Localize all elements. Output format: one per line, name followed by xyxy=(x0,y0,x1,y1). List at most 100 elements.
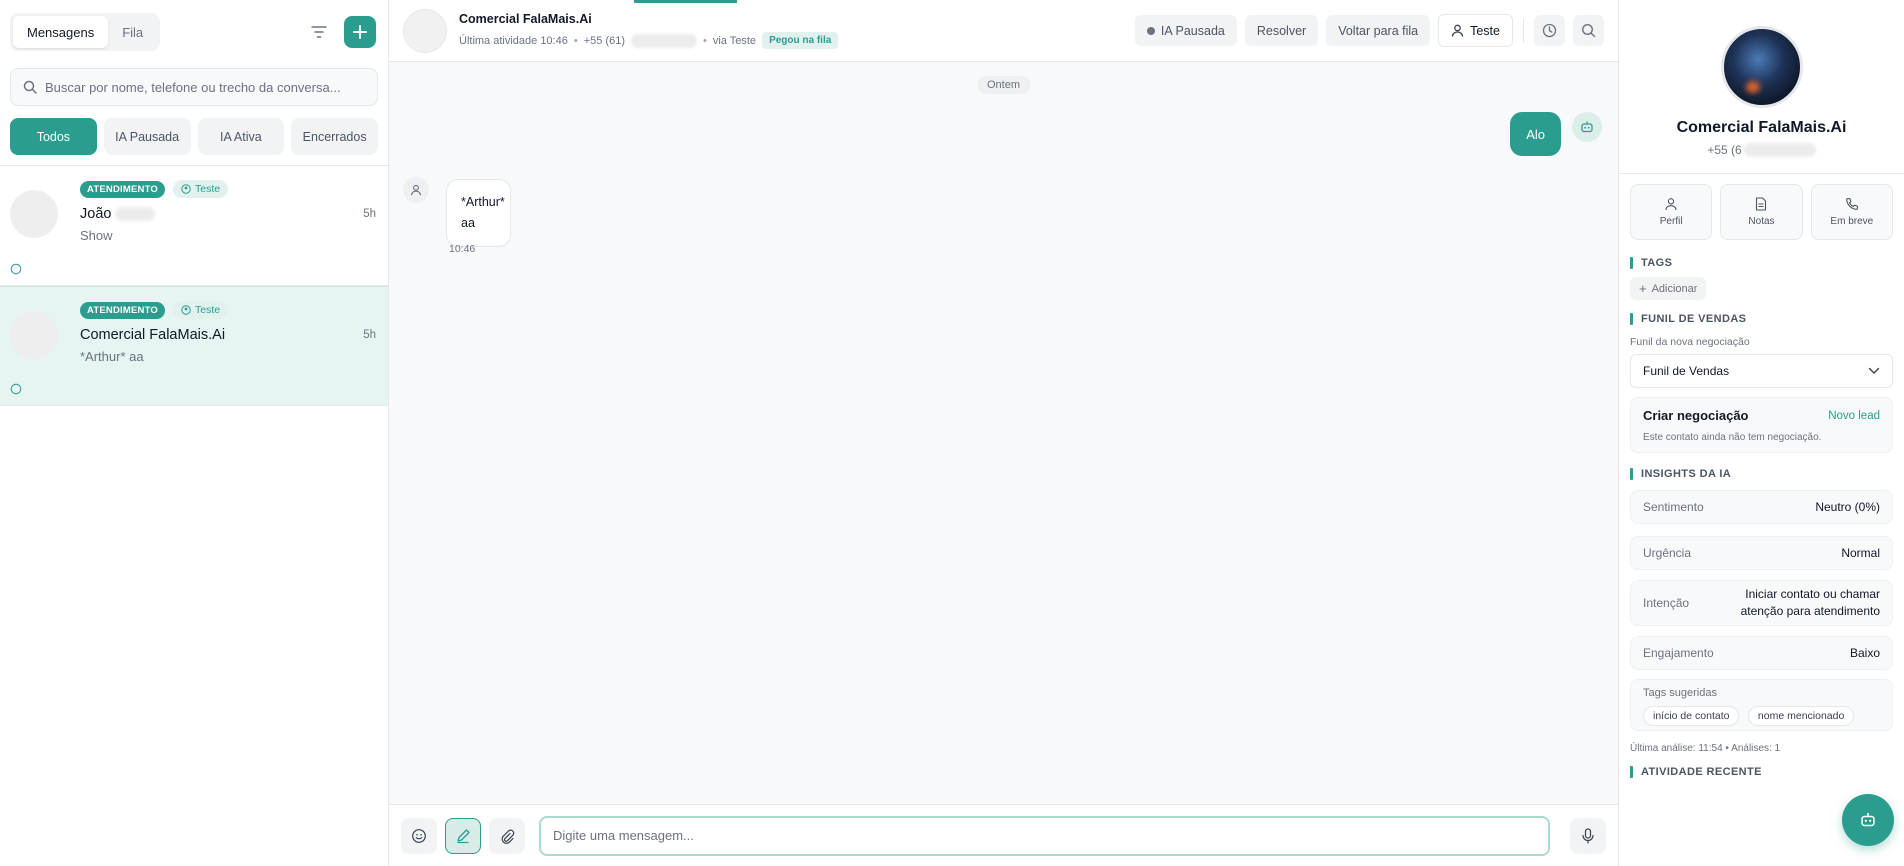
create-deal-title: Criar negociação xyxy=(1643,408,1749,423)
conversation-time: 5h xyxy=(363,208,376,220)
history-button[interactable] xyxy=(1534,15,1565,46)
agent-badge: Teste xyxy=(173,301,229,319)
status-badge: ATENDIMENTO xyxy=(80,301,165,319)
avatar xyxy=(403,8,447,53)
search-messages-button[interactable] xyxy=(1573,15,1604,46)
insights-section-title: INSIGHTS DA IA xyxy=(1630,468,1893,480)
last-analysis: Última análise: 11:54 • Análises: 1 xyxy=(1630,743,1781,754)
record-audio-button[interactable] xyxy=(1570,817,1606,854)
message-preview: *Arthur* aa xyxy=(80,349,144,364)
suggested-tag-chip[interactable]: nome mencionado xyxy=(1747,706,1855,726)
clock-icon xyxy=(1542,23,1557,38)
channel-label: via Teste xyxy=(712,34,757,47)
user-circle-icon xyxy=(181,184,191,194)
search-input[interactable] xyxy=(45,79,365,95)
new-conversation-button[interactable] xyxy=(344,16,376,48)
agent-badge: Teste xyxy=(173,180,229,198)
user-icon xyxy=(403,177,429,203)
microphone-icon xyxy=(1582,827,1594,844)
funnel-select[interactable]: Funil de Vendas xyxy=(1630,354,1893,388)
search-icon xyxy=(1581,23,1596,38)
insight-value: Neutro (0%) xyxy=(1815,500,1880,514)
insight-key: Sentimento xyxy=(1643,500,1704,514)
back-to-queue-button[interactable]: Voltar para fila xyxy=(1326,15,1431,46)
incoming-message-line: aa xyxy=(461,216,475,230)
filter-ai-paused[interactable]: IA Pausada xyxy=(103,118,191,155)
pen-icon xyxy=(457,828,470,843)
contact-phone: +55 (61) xyxy=(583,34,625,47)
agent-name: Teste xyxy=(1470,23,1500,38)
redacted-text xyxy=(630,33,697,48)
suggested-tags-title: Tags sugeridas xyxy=(1643,687,1717,699)
contact-avatar xyxy=(1720,26,1803,108)
chat-header: Comercial FalaMais.Ai Última atividade 1… xyxy=(389,0,1618,62)
filter-ai-active[interactable]: IA Ativa xyxy=(197,118,285,155)
funnel-section-title: FUNIL DE VENDAS xyxy=(1630,313,1893,325)
status-filters: Todos IA Pausada IA Ativa Encerrados xyxy=(0,106,388,166)
message-preview: Show xyxy=(80,228,113,243)
ai-assistant-button[interactable] xyxy=(1842,794,1894,846)
tab-queue[interactable]: Fila xyxy=(108,16,157,48)
emoji-button[interactable] xyxy=(401,817,437,854)
message-input[interactable] xyxy=(539,815,1550,856)
redacted-text xyxy=(115,207,156,221)
incoming-message-line: *Arthur* xyxy=(461,195,505,209)
signature-toggle-button[interactable] xyxy=(445,817,481,854)
filter-all[interactable]: Todos xyxy=(10,118,97,155)
day-separator: Ontem xyxy=(976,76,1031,94)
search-icon xyxy=(23,80,37,94)
message-composer xyxy=(389,804,1618,866)
suggested-tags-card: Tags sugeridas início de contato nome me… xyxy=(1630,679,1893,731)
contact-phone: +55 (6 xyxy=(1707,143,1742,157)
filter-icon[interactable] xyxy=(306,19,332,45)
funnel-sublabel: Funil da nova negociação xyxy=(1630,336,1750,348)
message-list: Ontem Alo *Arthur* aa 10:46 xyxy=(389,62,1618,804)
tab-notes[interactable]: Notas xyxy=(1720,184,1803,240)
search-box xyxy=(10,68,378,106)
insight-row: Engajamento Baixo xyxy=(1630,636,1893,670)
user-icon xyxy=(1451,24,1464,37)
tab-call-label: Em breve xyxy=(1830,216,1874,227)
filter-closed[interactable]: Encerrados xyxy=(291,118,378,155)
tab-notes-label: Notas xyxy=(1748,216,1775,227)
tab-call[interactable]: Em breve xyxy=(1810,184,1893,240)
attach-button[interactable] xyxy=(489,817,525,854)
plus-icon xyxy=(353,25,367,39)
redacted-text xyxy=(1743,143,1816,157)
insight-value: Iniciar contato ou chamar atenção para a… xyxy=(1740,587,1880,618)
conversation-item[interactable]: ATENDIMENTO Teste Comercial FalaMais.Ai … xyxy=(0,286,388,406)
status-dot-icon xyxy=(1146,26,1155,35)
insight-row: Sentimento Neutro (0%) xyxy=(1630,490,1893,524)
contact-tabs: Perfil Notas Em breve xyxy=(1630,184,1893,240)
incoming-message: *Arthur* aa xyxy=(446,179,511,247)
agent-badge-label: Teste xyxy=(195,183,221,195)
chevron-down-icon xyxy=(1868,367,1880,374)
contact-details-pane: Comercial FalaMais.Ai +55 (6 Perfil Nota… xyxy=(1618,0,1904,866)
add-tag-label: Adicionar xyxy=(1651,282,1698,295)
paperclip-icon xyxy=(501,829,515,844)
emoji-icon xyxy=(412,828,426,843)
add-tag-button[interactable]: + Adicionar xyxy=(1630,277,1707,300)
left-toolbar: Mensagens Fila xyxy=(0,0,388,64)
new-lead-link[interactable]: Novo lead xyxy=(1828,410,1880,422)
create-deal-text: Este contato ainda não tem negociação. xyxy=(1643,432,1822,443)
avatar xyxy=(10,311,58,359)
insight-row: Urgência Normal xyxy=(1630,536,1893,570)
tab-profile-label: Perfil xyxy=(1659,216,1683,227)
assign-agent-button[interactable]: Teste xyxy=(1438,14,1513,47)
suggested-tag-chip[interactable]: início de contato xyxy=(1643,706,1740,726)
tab-messages[interactable]: Mensagens xyxy=(13,16,109,48)
funnel-select-value: Funil de Vendas xyxy=(1643,364,1730,378)
insight-key: Engajamento xyxy=(1643,646,1714,660)
avatar xyxy=(10,190,58,238)
ai-paused-label: IA Pausada xyxy=(1160,23,1225,38)
insight-key: Intenção xyxy=(1643,596,1690,610)
resolve-button[interactable]: Resolver xyxy=(1244,15,1319,46)
conversation-list-pane: Mensagens Fila Todos IA Pausada IA Ativa… xyxy=(0,0,389,866)
ai-paused-button[interactable]: IA Pausada xyxy=(1134,15,1237,46)
queue-badge: Pegou na fila xyxy=(762,32,839,49)
tab-profile[interactable]: Perfil xyxy=(1630,184,1713,240)
recent-activity-title: ATIVIDADE RECENTE xyxy=(1630,766,1893,778)
tags-section-title: TAGS xyxy=(1630,257,1893,269)
conversation-item[interactable]: ATENDIMENTO Teste João Show 5h xyxy=(0,166,388,286)
